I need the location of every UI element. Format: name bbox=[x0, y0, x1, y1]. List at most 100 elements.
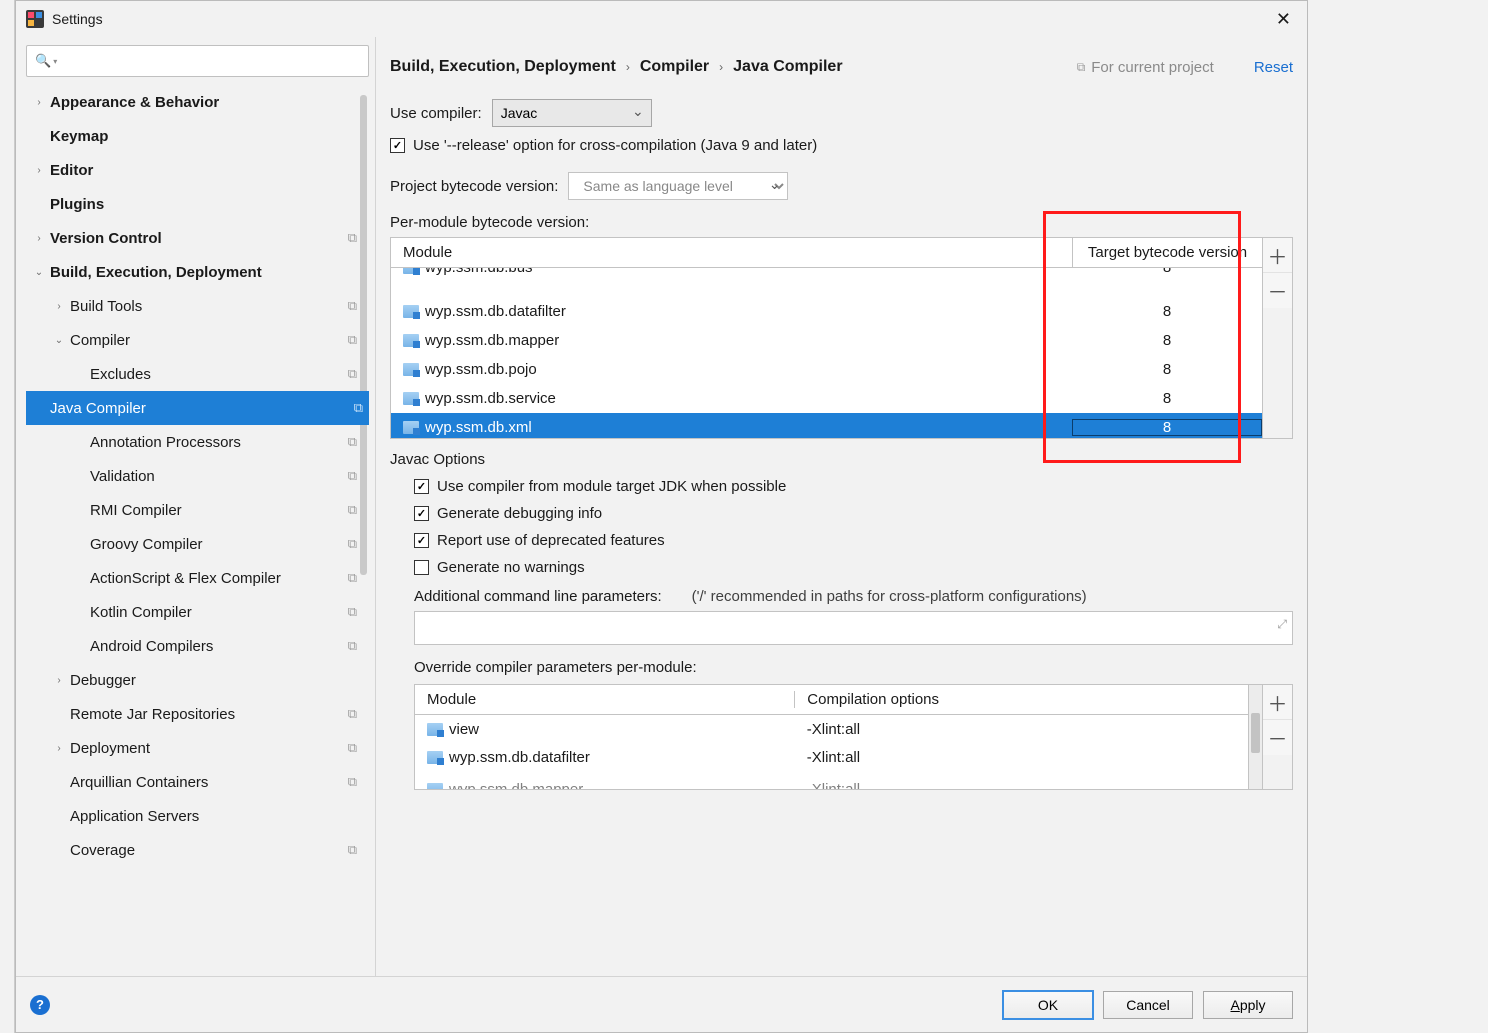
override-options-cell[interactable]: -Xlint:all bbox=[795, 749, 1248, 766]
sidebar-item-excludes[interactable]: Excludes⧉ bbox=[26, 357, 369, 391]
sidebar-item-label: Remote Jar Repositories bbox=[66, 706, 235, 723]
search-input[interactable]: 🔍 ▾ bbox=[26, 45, 369, 77]
sidebar-item-groovy-compiler[interactable]: Groovy Compiler⧉ bbox=[26, 527, 369, 561]
remove-module-button[interactable]: － bbox=[1263, 273, 1292, 308]
sidebar-item-validation[interactable]: Validation⧉ bbox=[26, 459, 369, 493]
reset-link[interactable]: Reset bbox=[1254, 59, 1293, 76]
sidebar-item-appearance-behavior[interactable]: ›Appearance & Behavior bbox=[26, 85, 369, 119]
project-scope-icon: ⧉ bbox=[348, 502, 357, 518]
ok-button[interactable]: OK bbox=[1003, 991, 1093, 1019]
sidebar-item-android-compilers[interactable]: Android Compilers⧉ bbox=[26, 629, 369, 663]
target-bytecode-cell[interactable]: 8 bbox=[1072, 268, 1262, 276]
table-row[interactable]: wyp.ssm.db.datafilter8 bbox=[391, 297, 1262, 326]
module-table[interactable]: Module Target bytecode version wyp.ssm.d… bbox=[390, 237, 1263, 439]
project-scope-icon: ⧉ bbox=[348, 298, 357, 314]
sidebar-item-label: Compiler bbox=[66, 332, 130, 349]
sidebar-item-keymap[interactable]: Keymap bbox=[26, 119, 369, 153]
table-row[interactable]: wyp.ssm.db.service 8 bbox=[391, 384, 1262, 413]
project-scope-icon: ⧉ bbox=[354, 400, 363, 416]
table-row[interactable]: view-Xlint:all bbox=[415, 715, 1248, 743]
add-override-button[interactable]: ＋ bbox=[1263, 685, 1292, 720]
close-button[interactable]: ✕ bbox=[1270, 7, 1297, 32]
module-icon bbox=[403, 268, 419, 274]
breadcrumb: Build, Execution, Deployment › Compiler … bbox=[390, 58, 843, 76]
sidebar-item-version-control[interactable]: ›Version Control⧉ bbox=[26, 221, 369, 255]
sidebar-item-coverage[interactable]: Coverage⧉ bbox=[26, 833, 369, 867]
sidebar-item-remote-jar-repositories[interactable]: Remote Jar Repositories⧉ bbox=[26, 697, 369, 731]
sidebar-item-arquillian-containers[interactable]: Arquillian Containers⧉ bbox=[26, 765, 369, 799]
use-release-checkbox[interactable] bbox=[390, 138, 405, 153]
sidebar-item-build-tools[interactable]: ›Build Tools⧉ bbox=[26, 289, 369, 323]
target-bytecode-cell[interactable]: 8 bbox=[1072, 303, 1262, 320]
table-row[interactable]: wyp.ssm.db.mapper-Xlint:all bbox=[415, 775, 1248, 790]
module-icon bbox=[427, 751, 443, 764]
use-compiler-label: Use compiler: bbox=[390, 105, 482, 122]
cancel-button[interactable]: Cancel bbox=[1103, 991, 1193, 1019]
use-compiler-select[interactable]: Javac bbox=[492, 99, 652, 127]
expand-icon[interactable]: ⤢ bbox=[1277, 617, 1287, 632]
module-table-buttons: ＋ － bbox=[1263, 237, 1293, 439]
sidebar-item-debugger[interactable]: ›Debugger bbox=[26, 663, 369, 697]
sidebar-item-plugins[interactable]: Plugins bbox=[26, 187, 369, 221]
target-bytecode-cell[interactable]: 8 bbox=[1072, 361, 1262, 378]
sidebar-item-label: RMI Compiler bbox=[86, 502, 182, 519]
override-options-header: Compilation options bbox=[795, 691, 1248, 708]
content-pane: Build, Execution, Deployment › Compiler … bbox=[376, 37, 1307, 976]
override-module-name: wyp.ssm.db.datafilter bbox=[449, 749, 590, 766]
chevron-icon: › bbox=[32, 97, 46, 108]
sidebar-item-editor[interactable]: ›Editor bbox=[26, 153, 369, 187]
use-module-jdk-checkbox[interactable] bbox=[414, 479, 429, 494]
sidebar-item-rmi-compiler[interactable]: RMI Compiler ⧉ bbox=[26, 493, 369, 527]
sidebar-item-java-compiler[interactable]: Java Compiler⧉ bbox=[26, 391, 369, 425]
project-scope-icon: ⧉ bbox=[348, 332, 357, 348]
sidebar-item-label: ActionScript & Flex Compiler bbox=[86, 570, 281, 587]
remove-override-button[interactable]: － bbox=[1263, 720, 1292, 755]
sidebar-item-kotlin-compiler[interactable]: Kotlin Compiler⧉ bbox=[26, 595, 369, 629]
no-warnings-checkbox[interactable] bbox=[414, 560, 429, 575]
sidebar-item-label: Version Control bbox=[46, 230, 162, 247]
sidebar-item-compiler[interactable]: ⌄Compiler ⧉ bbox=[26, 323, 369, 357]
table-row[interactable]: wyp.ssm.db.datafilter -Xlint:all bbox=[415, 743, 1248, 771]
table-row[interactable]: wyp.ssm.db.pojo8 bbox=[391, 355, 1262, 384]
module-column-header: Module bbox=[391, 244, 1072, 261]
breadcrumb-item: Compiler bbox=[640, 58, 709, 76]
chevron-down-icon: ▾ bbox=[53, 57, 57, 66]
target-bytecode-column-header: Target bytecode version bbox=[1072, 238, 1262, 267]
override-table[interactable]: Module Compilation options view-Xlint:al… bbox=[414, 684, 1249, 790]
table-row[interactable]: wyp.ssm.db.xml 8 bbox=[391, 413, 1262, 438]
sidebar-item-application-servers[interactable]: Application Servers bbox=[26, 799, 369, 833]
help-button[interactable]: ? bbox=[30, 995, 50, 1015]
report-deprecated-checkbox[interactable] bbox=[414, 533, 429, 548]
sidebar-item-annotation-processors[interactable]: Annotation Processors⧉ bbox=[26, 425, 369, 459]
additional-params-input[interactable] bbox=[414, 611, 1293, 645]
sidebar-item-label: Build, Execution, Deployment bbox=[46, 264, 262, 281]
target-bytecode-cell[interactable]: 8 bbox=[1072, 390, 1262, 407]
javac-options-title: Javac Options bbox=[390, 451, 1293, 468]
override-scrollbar[interactable] bbox=[1249, 684, 1263, 790]
sidebar-item-deployment[interactable]: ›Deployment⧉ bbox=[26, 731, 369, 765]
sidebar-item-build-execution-deployment[interactable]: ⌄Build, Execution, Deployment bbox=[26, 255, 369, 289]
sidebar-item-actionscript-flex-compiler[interactable]: ActionScript & Flex Compiler⧉ bbox=[26, 561, 369, 595]
additional-params-label: Additional command line parameters: bbox=[414, 588, 662, 605]
target-bytecode-cell[interactable]: 8 bbox=[1072, 419, 1262, 436]
override-table-buttons: ＋ － bbox=[1263, 684, 1293, 790]
table-row[interactable]: wyp.ssm.db.mapper8 bbox=[391, 326, 1262, 355]
module-name: wyp.ssm.db.bus bbox=[425, 268, 533, 276]
use-module-jdk-label: Use compiler from module target JDK when… bbox=[437, 478, 786, 495]
sidebar-item-label: Excludes bbox=[86, 366, 151, 383]
generate-debug-checkbox[interactable] bbox=[414, 506, 429, 521]
override-options-cell[interactable]: -Xlint:all bbox=[795, 721, 1248, 738]
module-name: wyp.ssm.db.xml bbox=[425, 419, 532, 436]
module-name: wyp.ssm.db.service bbox=[425, 390, 556, 407]
override-options-cell[interactable]: -Xlint:all bbox=[795, 781, 1248, 791]
chevron-right-icon: › bbox=[626, 60, 630, 74]
project-bytecode-select[interactable]: Same as language level bbox=[568, 172, 788, 200]
override-module-header: Module bbox=[415, 691, 795, 708]
module-icon bbox=[403, 392, 419, 405]
add-module-button[interactable]: ＋ bbox=[1263, 238, 1292, 273]
table-row[interactable]: wyp.ssm.db.bus 8 bbox=[391, 268, 1262, 282]
target-bytecode-cell[interactable]: 8 bbox=[1072, 332, 1262, 349]
chevron-icon: ⌄ bbox=[52, 335, 66, 346]
apply-button[interactable]: Apply bbox=[1203, 991, 1293, 1019]
project-scope-icon: ⧉ bbox=[348, 434, 357, 450]
